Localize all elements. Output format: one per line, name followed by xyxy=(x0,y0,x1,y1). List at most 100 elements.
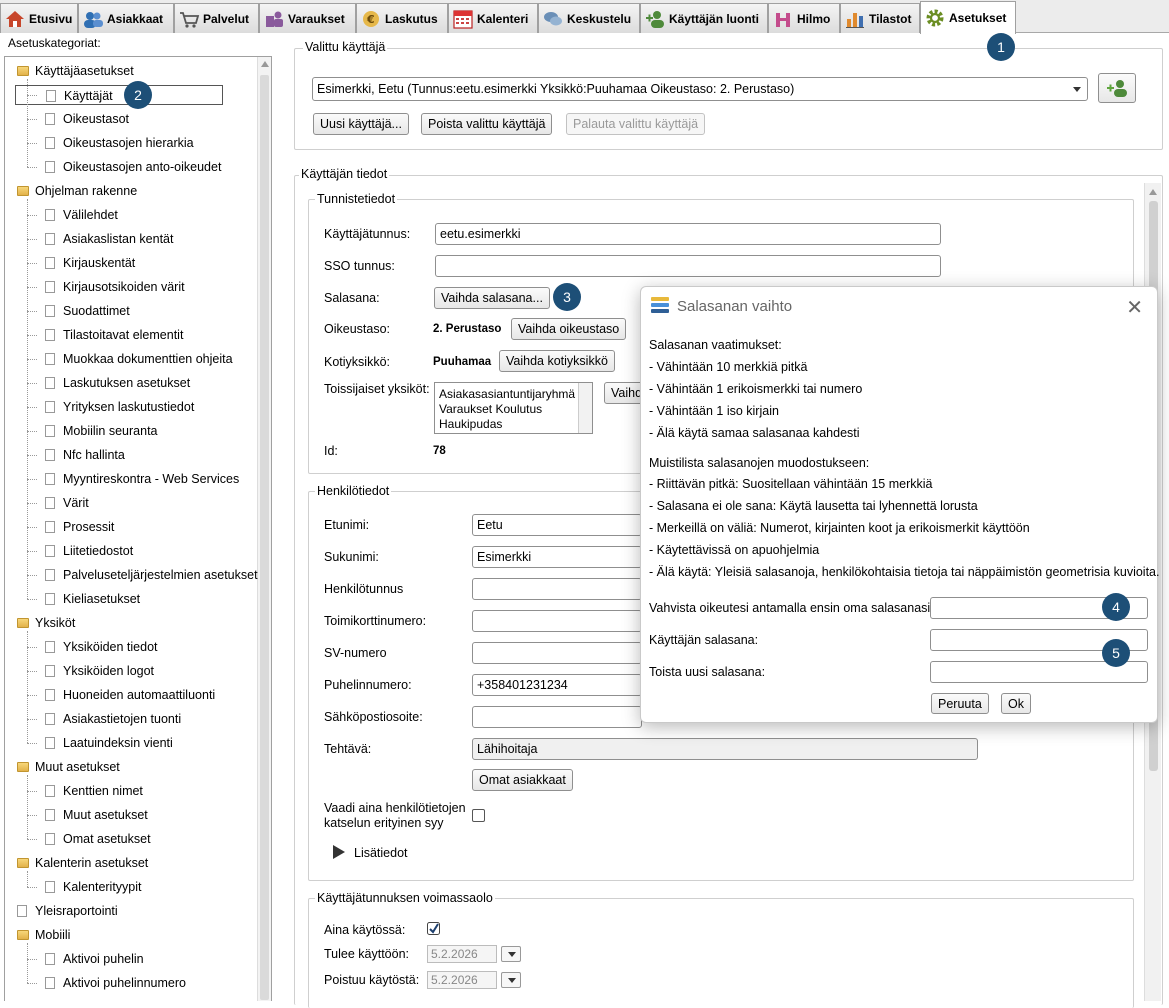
tree-item[interactable]: Käyttäjät xyxy=(15,85,223,105)
tree-item[interactable]: Kenttien nimet xyxy=(45,781,143,801)
tree-item[interactable]: Kirjausotsikoiden värit xyxy=(45,277,185,297)
tab-palvelut[interactable]: Palvelut xyxy=(174,3,259,33)
tree-folder[interactable]: Muut asetukset xyxy=(17,757,120,777)
tree-item[interactable]: Myyntireskontra - Web Services xyxy=(45,469,239,489)
close-icon[interactable]: ✕ xyxy=(1126,295,1143,320)
tab-etusivu[interactable]: Etusivu xyxy=(0,3,78,33)
ok-button[interactable]: Ok xyxy=(1001,693,1031,714)
email-field[interactable] xyxy=(472,706,642,728)
new-user-button[interactable]: Uusi käyttäjä... xyxy=(313,113,409,135)
username-field[interactable]: eetu.esimerkki xyxy=(435,223,941,245)
list-scrollbar[interactable] xyxy=(578,383,592,433)
tree-item[interactable]: Liitetiedostot xyxy=(45,541,133,561)
end-date-field[interactable]: 5.2.2026 xyxy=(427,971,497,989)
tree-item[interactable]: Mobiilin seuranta xyxy=(45,421,158,441)
change-access-level-button[interactable]: Vaihda oikeustaso xyxy=(511,318,627,340)
list-item[interactable]: Haukipudas xyxy=(439,417,588,432)
sso-label: SSO tunnus: xyxy=(324,259,395,273)
require-reason-checkbox[interactable] xyxy=(472,809,485,822)
tree-item[interactable]: Suodattimet xyxy=(45,301,130,321)
tab-asetukset[interactable]: Asetukset xyxy=(920,1,1016,34)
change-secondary-units-button[interactable]: Vaihd xyxy=(604,382,644,404)
change-password-button[interactable]: Vaihda salasana... xyxy=(434,287,550,309)
tree-folder[interactable]: Yksiköt xyxy=(17,613,75,633)
ssn-field[interactable] xyxy=(472,578,642,600)
tab-label: Varaukset xyxy=(288,11,345,26)
tab-tilastot[interactable]: Tilastot xyxy=(840,3,920,33)
own-clients-button[interactable]: Omat asiakkaat xyxy=(472,769,573,791)
tree-item-label: Muut asetukset xyxy=(35,760,120,774)
tree-item[interactable]: Laatuindeksin vienti xyxy=(45,733,173,753)
delete-user-button[interactable]: Poista valittu käyttäjä xyxy=(421,113,553,135)
cancel-button[interactable]: Peruuta xyxy=(931,693,989,714)
tree-folder[interactable]: Kalenterin asetukset xyxy=(17,853,148,873)
tree-item[interactable]: Kirjauskentät xyxy=(45,253,135,273)
sso-field[interactable] xyxy=(435,255,941,277)
tree-item[interactable]: Tilastoitavat elementit xyxy=(45,325,183,345)
always-active-checkbox[interactable] xyxy=(427,922,440,935)
tree-item[interactable]: Kieliasetukset xyxy=(45,589,140,609)
tree-item[interactable]: Yksiköiden tiedot xyxy=(45,637,158,657)
tree-item[interactable]: Oikeustasojen anto-oikeudet xyxy=(45,157,221,177)
restore-user-button[interactable]: Palauta valittu käyttäjä xyxy=(566,113,706,135)
tree-item[interactable]: Muut asetukset xyxy=(45,805,148,825)
tree-scrollbar[interactable] xyxy=(257,57,271,1001)
tree-folder[interactable]: Käyttäjäasetukset xyxy=(17,61,134,81)
tree-item[interactable]: Asiakaslistan kentät xyxy=(45,229,173,249)
tree-folder[interactable]: Mobiili xyxy=(17,925,70,945)
tree-item[interactable]: Oikeustasojen hierarkia xyxy=(45,133,194,153)
tab-kalenteri[interactable]: Kalenteri xyxy=(448,3,538,33)
secondary-units-list[interactable]: Asiakasasiantuntijaryhmä Varaukset Koulu… xyxy=(434,382,593,434)
tree-item[interactable]: Välilehdet xyxy=(45,205,118,225)
page-icon xyxy=(45,809,55,821)
tree-item-label: Käyttäjät xyxy=(64,89,113,103)
change-password-dialog: Salasanan vaihto ✕ Salasanan vaatimukset… xyxy=(640,286,1159,723)
change-home-unit-button[interactable]: Vaihda kotiyksikkö xyxy=(499,350,615,372)
tab-varaukset[interactable]: Varaukset xyxy=(259,3,356,33)
folder-icon xyxy=(17,618,29,628)
role-field[interactable]: Lähihoitaja xyxy=(472,738,978,760)
page-icon xyxy=(45,377,55,389)
tab-asiakkaat[interactable]: Asiakkaat xyxy=(78,3,174,33)
last-name-field[interactable]: Esimerkki xyxy=(472,546,642,568)
selected-user-select[interactable]: Esimerkki, Eetu (Tunnus:eetu.esimerkki Y… xyxy=(312,77,1088,101)
sv-number-field[interactable] xyxy=(472,642,642,664)
tab-keskustelu[interactable]: Keskustelu xyxy=(538,3,640,33)
tree-item[interactable]: Yleisraportointi xyxy=(17,901,118,921)
tree-item[interactable]: Laskutuksen asetukset xyxy=(45,373,190,393)
tab-hilmo[interactable]: Hilmo xyxy=(768,3,840,33)
requirement-item: - Vähintään 1 erikoismerkki tai numero xyxy=(649,382,863,396)
tree-item-label: Oikeustasot xyxy=(63,112,130,126)
tree-item[interactable]: Asiakastietojen tuonti xyxy=(45,709,181,729)
page-icon xyxy=(45,425,55,437)
tree-item[interactable]: Nfc hallinta xyxy=(45,445,125,465)
tree-folder[interactable]: Ohjelman rakenne xyxy=(17,181,137,201)
phone-field[interactable]: +358401231234 xyxy=(472,674,642,696)
tree-item[interactable]: Omat asetukset xyxy=(45,829,151,849)
end-date-dropdown[interactable] xyxy=(501,972,521,988)
first-name-field[interactable]: Eetu xyxy=(472,514,642,536)
tab-laskutus[interactable]: € Laskutus xyxy=(356,3,448,33)
tree-item[interactable]: Kalenterityypit xyxy=(45,877,142,897)
tree-item[interactable]: Prosessit xyxy=(45,517,114,537)
tree-item[interactable]: Oikeustasot xyxy=(45,109,129,129)
card-number-field[interactable] xyxy=(472,610,642,632)
expand-triangle-icon[interactable] xyxy=(332,844,346,860)
tab-label: Keskustelu xyxy=(567,11,632,26)
start-date-dropdown[interactable] xyxy=(501,946,521,962)
list-item[interactable]: Asiakasasiantuntijaryhmä xyxy=(439,387,588,402)
tree-item[interactable]: Aktivoi puhelin xyxy=(45,949,144,969)
list-item[interactable]: Varaukset Koulutus xyxy=(439,402,588,417)
add-user-button[interactable] xyxy=(1098,73,1136,103)
tree-item[interactable]: Huoneiden automaattiluonti xyxy=(45,685,215,705)
tree-item[interactable]: Värit xyxy=(45,493,89,513)
more-info-toggle[interactable]: Lisätiedot xyxy=(354,846,408,860)
chat-icon xyxy=(542,8,564,30)
tree-item[interactable]: Palveluseteljärjestelmien asetukset xyxy=(45,565,258,585)
tree-item[interactable]: Yrityksen laskutustiedot xyxy=(45,397,194,417)
start-date-field[interactable]: 5.2.2026 xyxy=(427,945,497,963)
tree-item[interactable]: Muokkaa dokumenttien ohjeita xyxy=(45,349,233,369)
tree-item[interactable]: Yksiköiden logot xyxy=(45,661,154,681)
tab-kayttajan-luonti[interactable]: Käyttäjän luonti xyxy=(640,3,768,33)
tree-item[interactable]: Aktivoi puhelinnumero xyxy=(45,973,186,993)
